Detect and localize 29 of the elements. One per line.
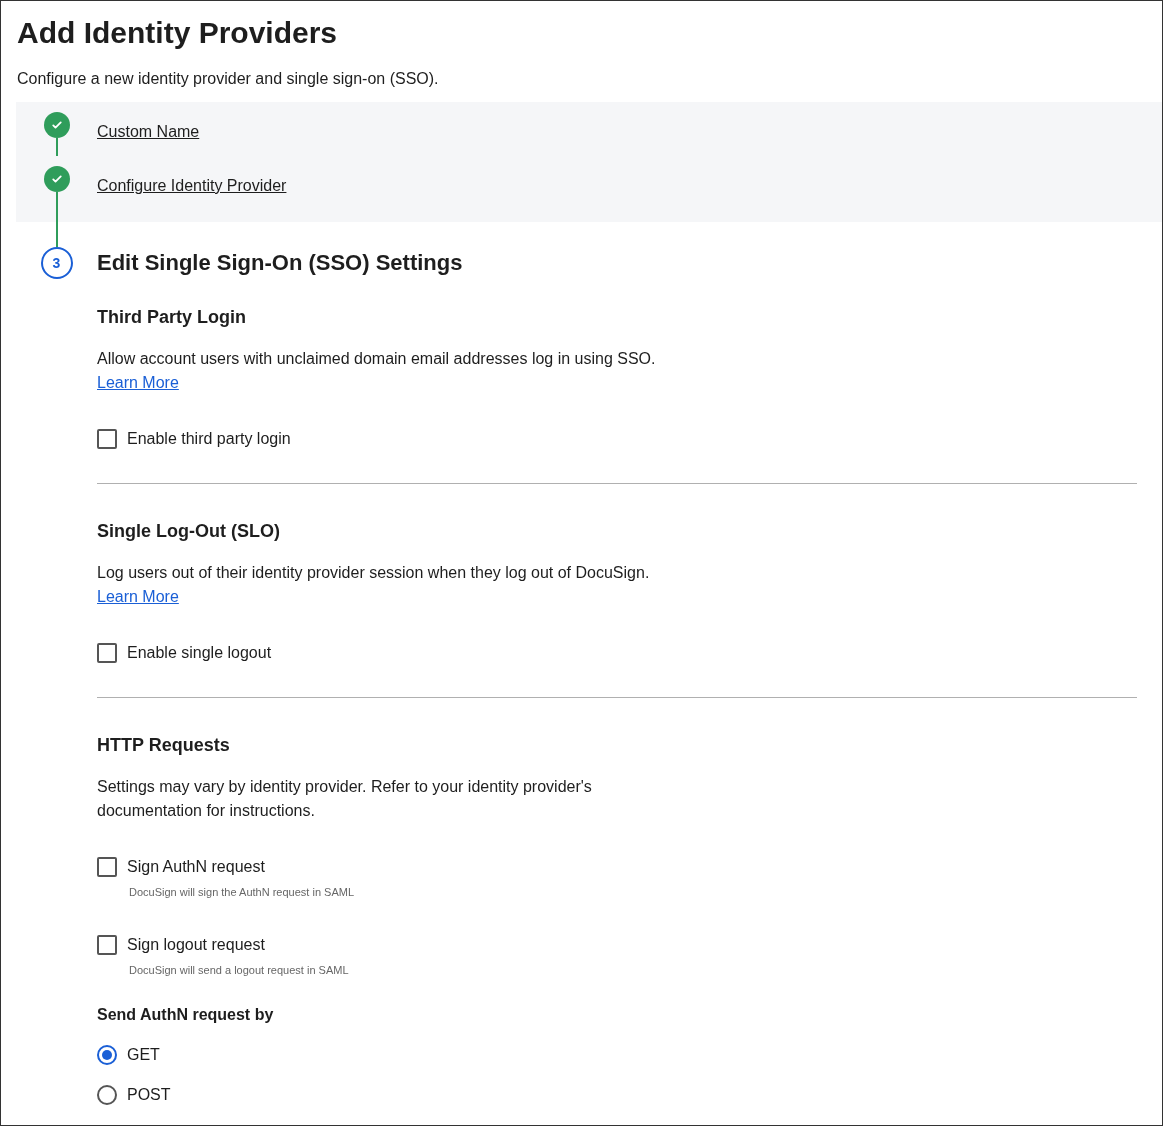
radio-button[interactable] bbox=[97, 1045, 117, 1065]
checkbox[interactable] bbox=[97, 935, 117, 955]
checkbox-label[interactable]: Enable single logout bbox=[127, 641, 272, 665]
step-number: 3 bbox=[40, 247, 73, 279]
section-title: HTTP Requests bbox=[97, 734, 231, 757]
section-description: Allow account users with unclaimed domain email addresses log in using SSO. bbox=[97, 349, 657, 369]
step-link[interactable]: Configure Identity Provider bbox=[97, 176, 287, 196]
section-description: Log users out of their identity provider session when they log out of DocuSign. bbox=[97, 563, 651, 583]
learn-more-link[interactable]: Learn More bbox=[97, 371, 179, 395]
page-subtitle: Configure a new identity provider and single sign-on (SSO). bbox=[17, 69, 440, 89]
section-title: Single Log-Out (SLO) bbox=[97, 520, 281, 543]
checkbox[interactable] bbox=[97, 857, 117, 877]
page-title: Add Identity Providers bbox=[17, 15, 339, 51]
section-description: Settings may vary by identity provider. Refer to your identity provider's documentation for instructions. bbox=[97, 777, 593, 821]
learn-more-link[interactable]: Learn More bbox=[97, 585, 179, 609]
checkbox[interactable] bbox=[97, 643, 117, 663]
checkbox-hint: DocuSign will send a logout request in SAML bbox=[128, 963, 350, 978]
checkbox-label[interactable]: Sign AuthN request bbox=[127, 855, 265, 879]
radio-label[interactable]: POST bbox=[127, 1083, 171, 1107]
checkbox[interactable] bbox=[97, 429, 117, 449]
section-title: Third Party Login bbox=[97, 306, 247, 329]
radio-label[interactable]: GET bbox=[127, 1043, 160, 1067]
checkbox-hint: DocuSign will sign the AuthN request in SAML bbox=[128, 885, 355, 900]
checkbox-label[interactable]: Sign logout request bbox=[127, 933, 265, 957]
checkbox-label[interactable]: Enable third party login bbox=[127, 427, 291, 451]
radio-button[interactable] bbox=[97, 1085, 117, 1105]
radio-group-label: Send AuthN request by bbox=[97, 1005, 275, 1025]
step-title: Edit Single Sign-On (SSO) Settings bbox=[97, 249, 464, 277]
step-link[interactable]: Custom Name bbox=[97, 122, 200, 142]
